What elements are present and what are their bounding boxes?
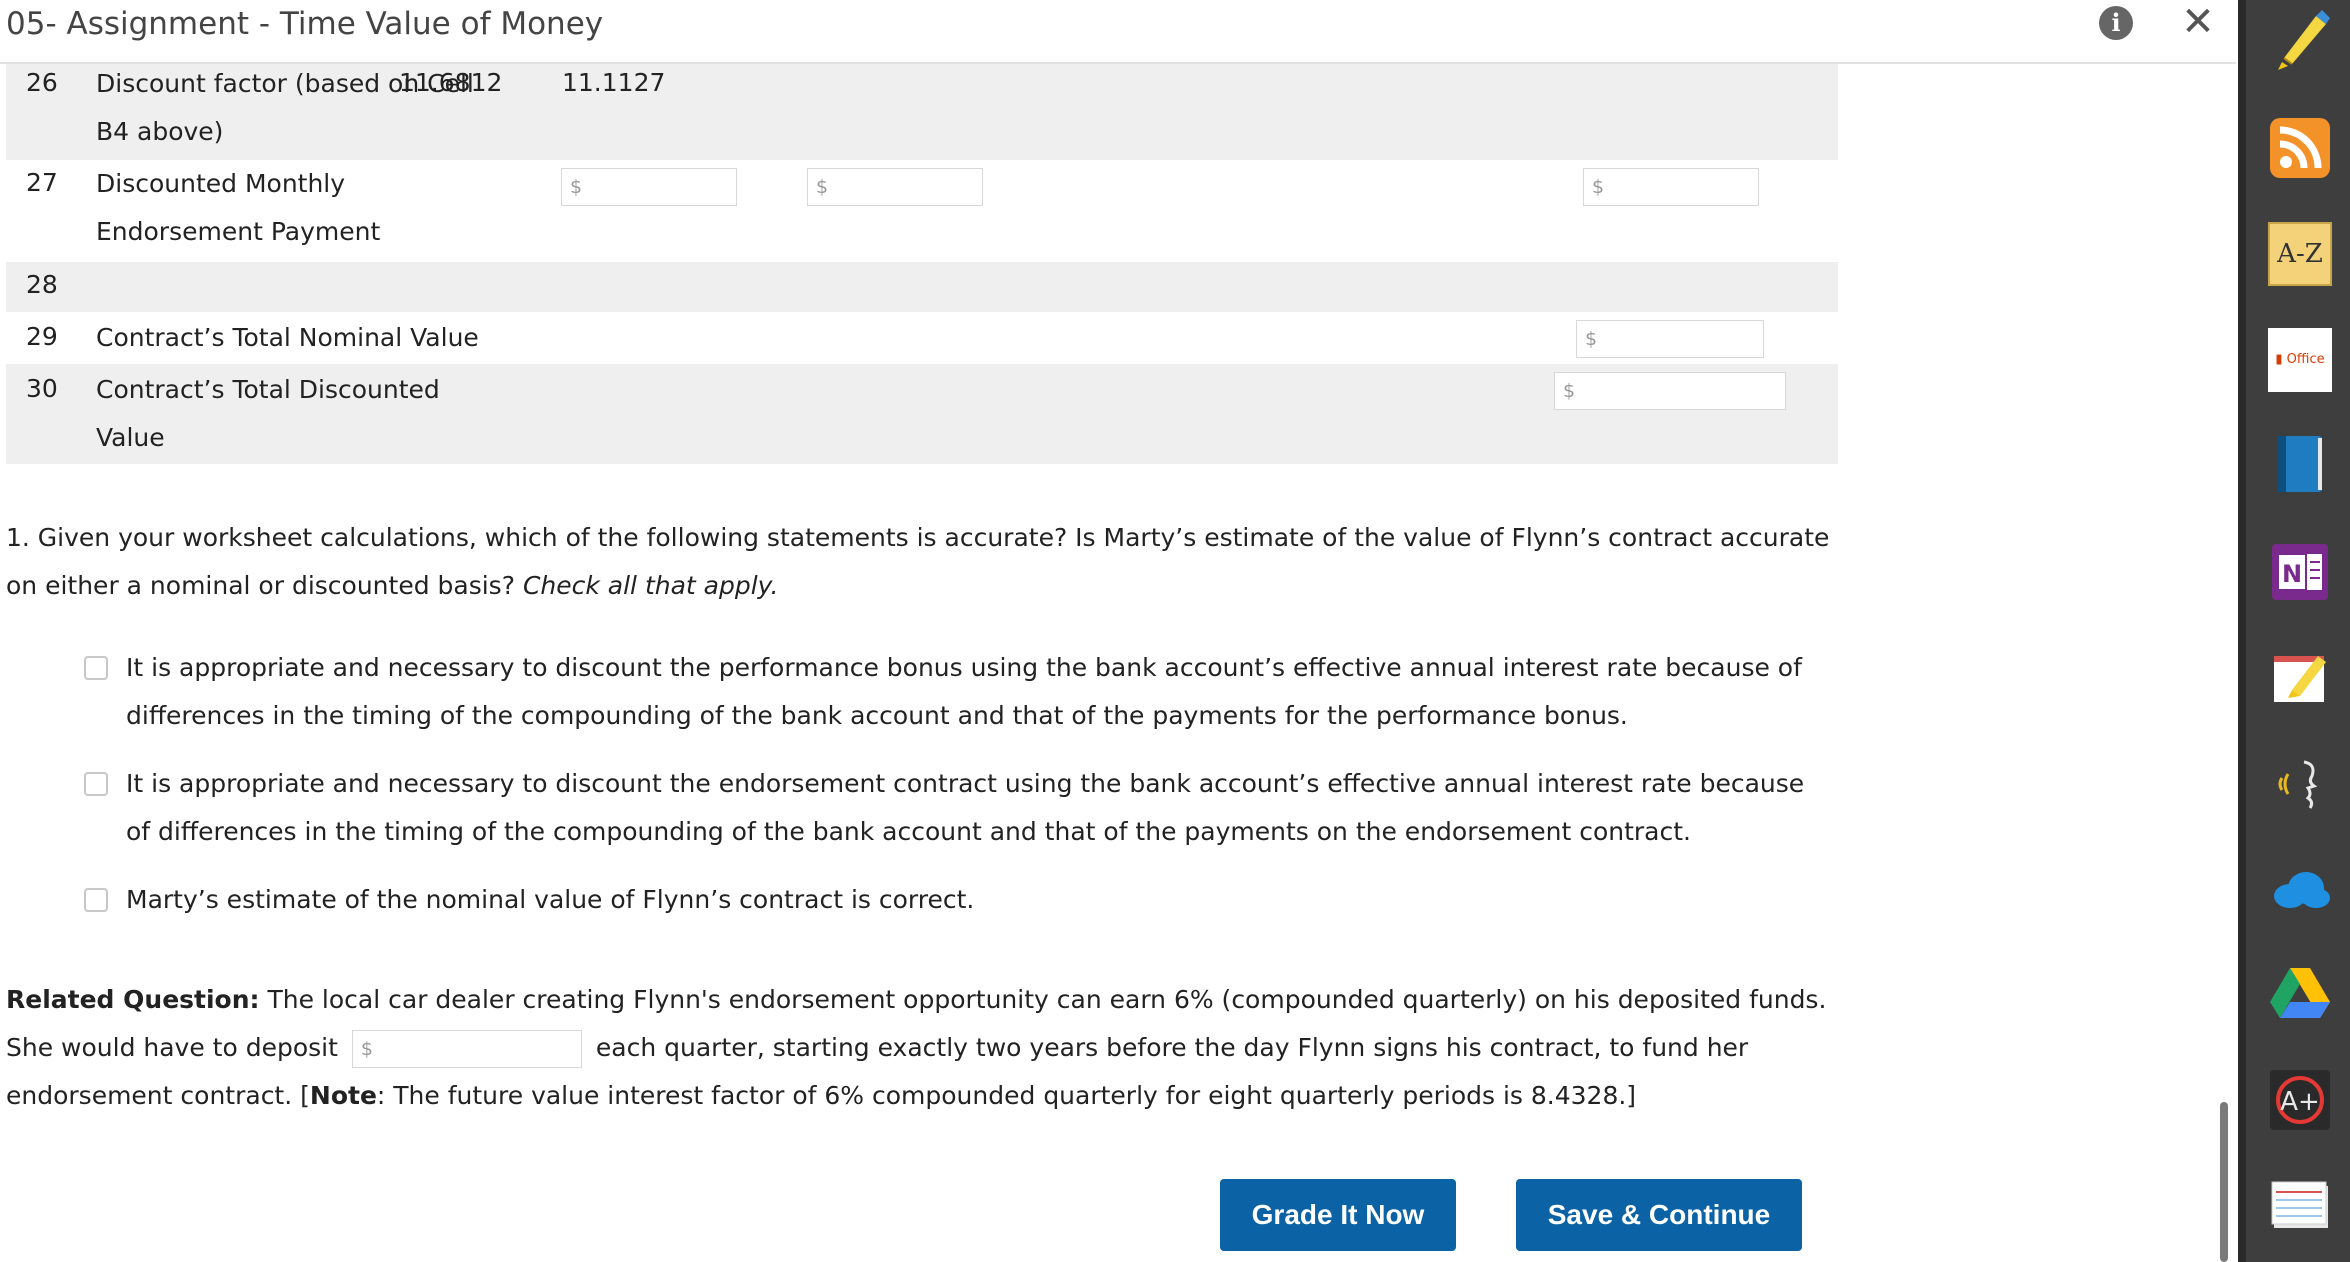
office-icon[interactable]: ▮ Office — [2268, 328, 2332, 392]
row-number: 26 — [26, 68, 58, 97]
related-question: Related Question: The local car dealer c… — [6, 976, 1836, 1120]
title-bar: 05- Assignment - Time Value of Money i ✕ — [0, 0, 2236, 64]
discount-factor-value-2: 11.1127 — [562, 68, 666, 97]
related-question-label: Related Question: — [6, 985, 260, 1014]
row-number: 30 — [26, 374, 58, 403]
office-label: Office — [2286, 352, 2325, 367]
deposit-amount-input[interactable]: $ — [351, 1030, 582, 1068]
discounted-payment-input-3[interactable]: $ — [1583, 168, 1759, 206]
grade-icon[interactable]: A+ — [2268, 1068, 2332, 1132]
table-row: 30 Contract’s Total Discounted Value $ — [6, 364, 1838, 464]
table-row: 27 Discounted Monthly Endorsement Paymen… — [6, 160, 1838, 256]
option-checkbox[interactable] — [84, 656, 108, 680]
window-title: 05- Assignment - Time Value of Money — [6, 6, 604, 42]
tool-sidebar: A-Z ▮ Office N A+ — [2238, 0, 2350, 1262]
scrollbar-thumb[interactable] — [2220, 1102, 2228, 1262]
toolbar-edge — [2238, 0, 2246, 1262]
option-text: It is appropriate and necessary to disco… — [126, 769, 1805, 846]
save-continue-button[interactable]: Save & Continue — [1516, 1179, 1802, 1251]
discounted-payment-input-1[interactable]: $ — [561, 168, 737, 206]
assignment-content: 26 Discount factor (based on Cell B4 abo… — [0, 64, 2236, 1262]
notecards-icon[interactable] — [2268, 1172, 2332, 1236]
grade-it-now-button[interactable]: Grade It Now — [1220, 1179, 1456, 1251]
onenote-letter: N — [2282, 560, 2302, 588]
table-row: 28 — [6, 262, 1838, 312]
onenote-icon[interactable]: N — [2268, 540, 2332, 604]
option-text: Marty’s estimate of the nominal value of… — [126, 885, 975, 914]
highlighter-icon[interactable] — [2268, 8, 2332, 72]
answer-option-1[interactable]: It is appropriate and necessary to disco… — [84, 644, 1804, 740]
answer-option-3[interactable]: Marty’s estimate of the nominal value of… — [84, 876, 1804, 924]
option-checkbox[interactable] — [84, 888, 108, 912]
text-to-speech-icon[interactable] — [2268, 752, 2332, 816]
info-icon[interactable]: i — [2099, 6, 2133, 40]
note-label: Note — [309, 1081, 377, 1110]
answer-option-2[interactable]: It is appropriate and necessary to disco… — [84, 760, 1804, 856]
row-number: 27 — [26, 168, 58, 197]
option-checkbox[interactable] — [84, 772, 108, 796]
row-number: 29 — [26, 322, 58, 351]
total-nominal-value-input[interactable]: $ — [1576, 320, 1764, 358]
discount-factor-value-1: 11.6812 — [399, 68, 503, 97]
google-drive-icon[interactable] — [2268, 962, 2332, 1026]
related-question-text-3: : The future value interest factor of 6%… — [376, 1081, 1637, 1110]
svg-text:A+: A+ — [2280, 1087, 2320, 1117]
table-row: 29 Contract’s Total Nominal Value $ — [6, 312, 1838, 364]
table-row: 26 Discount factor (based on Cell B4 abo… — [6, 64, 1838, 160]
question-hint: Check all that apply. — [522, 571, 779, 600]
row-label: Contract’s Total Discounted Value — [96, 375, 440, 452]
row-label: Discounted Monthly Endorsement Payment — [96, 169, 381, 246]
question-prompt: 1. Given your worksheet calculations, wh… — [6, 514, 1836, 610]
question-text: 1. Given your worksheet calculations, wh… — [6, 523, 1830, 600]
discounted-payment-input-2[interactable]: $ — [807, 168, 983, 206]
book-icon[interactable] — [2268, 432, 2332, 496]
notes-icon[interactable] — [2268, 646, 2332, 710]
close-icon[interactable]: ✕ — [2178, 2, 2218, 42]
onedrive-icon[interactable] — [2268, 858, 2332, 922]
dictionary-icon[interactable]: A-Z — [2268, 222, 2332, 286]
rss-icon[interactable] — [2268, 116, 2332, 180]
total-discounted-value-input[interactable]: $ — [1554, 372, 1786, 410]
app-window: 05- Assignment - Time Value of Money i ✕… — [0, 0, 2350, 1262]
option-text: It is appropriate and necessary to disco… — [126, 653, 1802, 730]
row-label: Contract’s Total Nominal Value — [96, 323, 479, 352]
row-number: 28 — [26, 270, 58, 299]
